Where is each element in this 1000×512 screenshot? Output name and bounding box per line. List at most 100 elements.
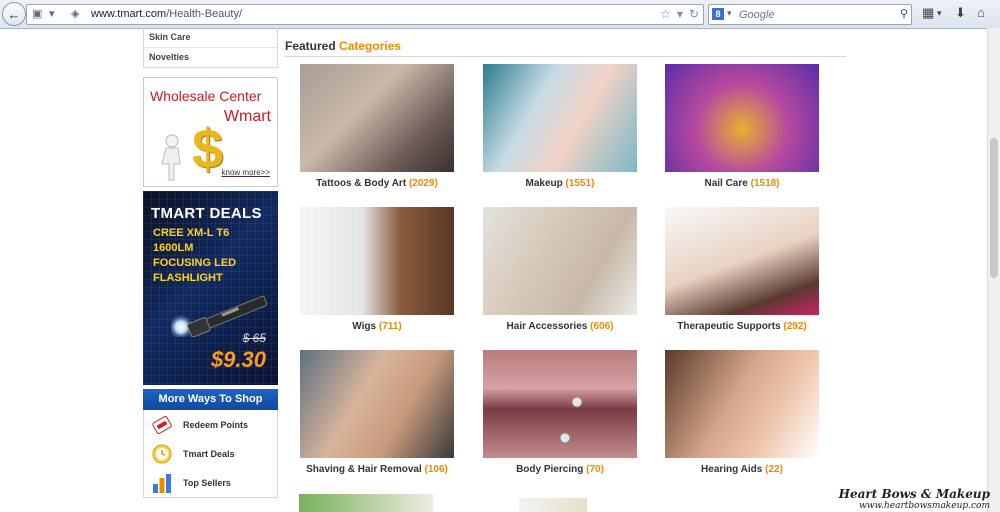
category-name: Makeup bbox=[525, 178, 563, 189]
featured-categories-heading: Featured Categories bbox=[285, 39, 401, 53]
tmart-deals-label: Tmart Deals bbox=[183, 448, 235, 459]
category-name: Wigs bbox=[352, 321, 377, 332]
category-image[interactable] bbox=[483, 350, 637, 458]
globe-icon: ◈ bbox=[71, 8, 80, 20]
url-host: www.tmart.com bbox=[91, 8, 167, 20]
category-card-wigs[interactable]: Wigs (711) bbox=[292, 207, 462, 332]
sidebar-item-novelties[interactable]: Novelties bbox=[144, 48, 277, 67]
category-count: (106) bbox=[424, 464, 448, 475]
star-icon[interactable]: ☆ bbox=[660, 7, 671, 21]
featured-heading-accent: Categories bbox=[339, 39, 402, 53]
category-label[interactable]: Shaving & Hair Removal (106) bbox=[292, 464, 462, 475]
scrollbar-thumb[interactable] bbox=[990, 138, 998, 278]
layout-icon[interactable]: ▦ bbox=[922, 5, 934, 21]
category-card-therapeutic-supports[interactable]: Therapeutic Supports (292) bbox=[657, 207, 827, 332]
category-card-hearing-aids[interactable]: Hearing Aids (22) bbox=[657, 350, 827, 475]
deals-ad-old-price: $ 65 bbox=[242, 331, 266, 345]
top-sellers-label: Top Sellers bbox=[183, 477, 231, 488]
back-button[interactable]: ← bbox=[2, 2, 26, 26]
category-label[interactable]: Tattoos & Body Art (2029) bbox=[292, 178, 462, 189]
page-scrollbar[interactable] bbox=[987, 28, 1000, 512]
category-card-shaving[interactable]: Shaving & Hair Removal (106) bbox=[292, 350, 462, 475]
piercing-stud-icon bbox=[559, 396, 583, 444]
search-engine-dropdown-icon[interactable]: ▾ bbox=[727, 8, 732, 19]
points-tag-icon bbox=[152, 415, 172, 434]
download-icon[interactable]: ⬇ bbox=[955, 5, 966, 21]
address-bar[interactable]: ▣ ▾ ◈ www.tmart.com/Health-Beauty/ ☆ ▾ ↻ bbox=[26, 4, 704, 25]
category-image[interactable] bbox=[300, 64, 454, 172]
category-card-hair-accessories[interactable]: Hair Accessories (606) bbox=[475, 207, 645, 332]
featured-heading-prefix: Featured bbox=[285, 39, 336, 53]
wholesale-ad-banner[interactable]: Wholesale Center Wmart $ know more>> bbox=[143, 77, 278, 187]
deals-ad-line: FOCUSING LED bbox=[153, 257, 237, 269]
category-label[interactable]: Hearing Aids (22) bbox=[657, 464, 827, 475]
category-card-makeup[interactable]: Makeup (1551) bbox=[475, 64, 645, 189]
category-card-nail-care[interactable]: Nail Care (1518) bbox=[657, 64, 827, 189]
redeem-points-label: Redeem Points bbox=[183, 419, 249, 430]
deals-ad-line: CREE XM-L T6 bbox=[153, 227, 230, 239]
category-count: (2029) bbox=[408, 178, 438, 189]
know-more-link[interactable]: know more>> bbox=[222, 168, 270, 177]
category-image[interactable] bbox=[665, 350, 819, 458]
url-text: www.tmart.com/Health-Beauty/ bbox=[91, 8, 242, 20]
tmart-deals-link[interactable]: Tmart Deals bbox=[144, 439, 277, 468]
layout-dropdown-icon[interactable]: ▾ bbox=[937, 8, 942, 19]
search-engine-icon[interactable]: 8 bbox=[712, 8, 724, 20]
sidebar-category-list: Skin Care Novelties bbox=[143, 28, 278, 68]
category-name: Therapeutic Supports bbox=[677, 321, 781, 332]
more-ways-to-shop: More Ways To Shop Redeem Points Tmart De… bbox=[143, 389, 278, 498]
top-sellers-link[interactable]: Top Sellers bbox=[144, 468, 277, 497]
category-image-partial[interactable] bbox=[519, 498, 587, 512]
category-name: Nail Care bbox=[704, 178, 748, 189]
heading-divider bbox=[285, 56, 846, 57]
category-label[interactable]: Therapeutic Supports (292) bbox=[657, 321, 827, 332]
category-image-partial[interactable] bbox=[299, 494, 433, 512]
deals-ad-title: TMART DEALS bbox=[151, 205, 262, 222]
category-label[interactable]: Nail Care (1518) bbox=[657, 178, 827, 189]
category-label[interactable]: Body Piercing (70) bbox=[475, 464, 645, 475]
deals-ad-new-price: $9.30 bbox=[210, 347, 266, 372]
category-image[interactable] bbox=[483, 64, 637, 172]
category-card-body-piercing[interactable]: Body Piercing (70) bbox=[475, 350, 645, 475]
category-image[interactable] bbox=[300, 207, 454, 315]
category-image[interactable] bbox=[665, 207, 819, 315]
category-count: (606) bbox=[590, 321, 614, 332]
sidebar: Skin Care Novelties Wholesale Center Wma… bbox=[143, 28, 278, 498]
category-image[interactable] bbox=[483, 207, 637, 315]
clock-icon bbox=[152, 444, 172, 463]
category-count: (70) bbox=[586, 464, 604, 475]
figure-icon bbox=[161, 134, 181, 181]
watermark-title: Heart Bows & Makeup bbox=[838, 487, 990, 501]
dollar-sign-icon: $ bbox=[192, 117, 224, 180]
category-count: (1518) bbox=[750, 178, 780, 189]
search-input[interactable] bbox=[737, 6, 891, 23]
bar-chart-icon bbox=[153, 473, 171, 493]
page-icon: ▣ bbox=[32, 8, 43, 20]
reload-icon[interactable]: ↻ bbox=[689, 7, 699, 21]
category-label[interactable]: Makeup (1551) bbox=[475, 178, 645, 189]
url-path: /Health-Beauty/ bbox=[166, 8, 243, 20]
category-card-tattoos[interactable]: Tattoos & Body Art (2029) bbox=[292, 64, 462, 189]
category-label[interactable]: Hair Accessories (606) bbox=[475, 321, 645, 332]
search-bar[interactable]: 8 ▾ ⚲ bbox=[708, 4, 912, 25]
redeem-points-link[interactable]: Redeem Points bbox=[144, 410, 277, 439]
sidebar-item-skin-care[interactable]: Skin Care bbox=[144, 28, 277, 48]
category-count: (292) bbox=[783, 321, 807, 332]
home-icon[interactable]: ⌂ bbox=[977, 5, 985, 20]
dropdown-icon[interactable]: ▾ bbox=[677, 7, 683, 21]
tmart-deals-ad-banner[interactable]: TMART DEALS CREE XM-L T6 1600LM FOCUSING… bbox=[143, 191, 278, 385]
wholesale-ad-subtitle: Wmart bbox=[223, 108, 271, 125]
category-count: (1551) bbox=[565, 178, 595, 189]
flashlight-icon bbox=[171, 295, 268, 337]
category-name: Shaving & Hair Removal bbox=[306, 464, 422, 475]
back-arrow-icon: ← bbox=[7, 6, 21, 22]
deals-ad-line: 1600LM bbox=[153, 242, 194, 254]
category-name: Hearing Aids bbox=[701, 464, 763, 475]
category-image[interactable] bbox=[300, 350, 454, 458]
category-count: (711) bbox=[378, 321, 402, 332]
bookmark-menu-icon[interactable]: ▾ bbox=[49, 7, 55, 20]
category-image[interactable] bbox=[665, 64, 819, 172]
wholesale-ad-title: Wholesale Center bbox=[150, 88, 262, 104]
category-label[interactable]: Wigs (711) bbox=[292, 321, 462, 332]
search-icon[interactable]: ⚲ bbox=[900, 7, 908, 20]
